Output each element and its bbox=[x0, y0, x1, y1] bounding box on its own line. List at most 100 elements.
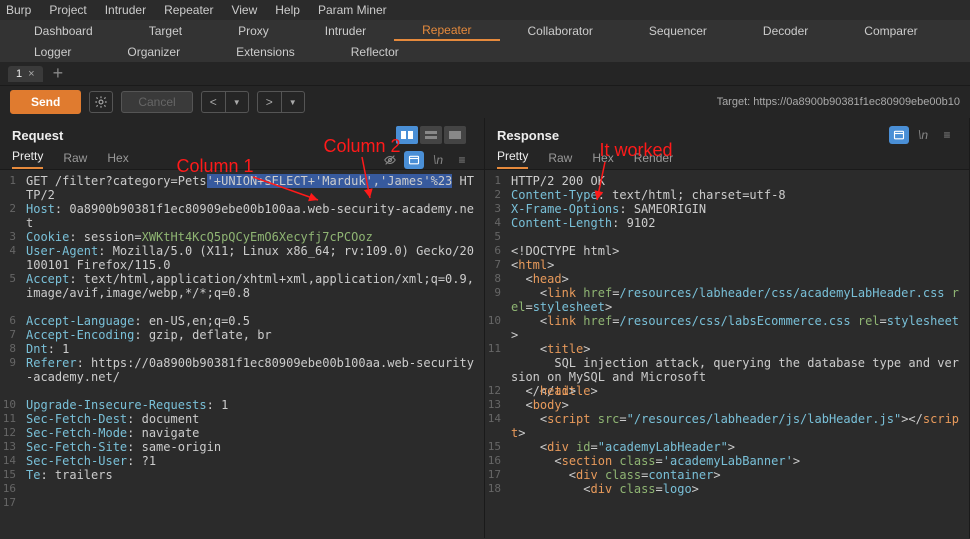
menu-project[interactable]: Project bbox=[49, 3, 86, 17]
code-line[interactable]: Sec-Fetch-User: ?1 bbox=[26, 454, 480, 468]
tool-tab-reflector[interactable]: Reflector bbox=[323, 41, 427, 62]
menu-icon[interactable]: ≡ bbox=[937, 126, 957, 144]
code-line[interactable]: <div class=logo> bbox=[511, 482, 965, 496]
request-tab-raw[interactable]: Raw bbox=[63, 151, 87, 169]
response-title: Response bbox=[497, 128, 559, 143]
code-line[interactable]: <script src="/resources/labheader/js/lab… bbox=[511, 412, 965, 440]
request-pane: Request Pretty Raw Hex \n ≡ 123456789101… bbox=[0, 118, 485, 538]
code-line[interactable]: Cookie: session=XWKtHt4KcQ5pQCyEmO6Xecyf… bbox=[26, 230, 480, 244]
code-line[interactable]: X-Frame-Options: SAMEORIGIN bbox=[511, 202, 965, 216]
response-editor[interactable]: 123456789101112131415161718 HTTP/2 200 O… bbox=[485, 170, 969, 538]
code-line[interactable] bbox=[26, 482, 480, 496]
inspector-toggle-icon[interactable] bbox=[404, 151, 424, 169]
request-tab-hex[interactable]: Hex bbox=[107, 151, 128, 169]
request-gutter: 1234567891011121314151617 bbox=[0, 170, 22, 538]
menu-help[interactable]: Help bbox=[275, 3, 300, 17]
tool-tab-repeater[interactable]: Repeater bbox=[394, 20, 499, 41]
target-label: Target: https://0a8900b90381f1ec80909ebe… bbox=[717, 96, 960, 108]
code-line[interactable]: <link href=/resources/labheader/css/acad… bbox=[511, 286, 965, 314]
code-line[interactable]: <link href=/resources/css/labsEcommerce.… bbox=[511, 314, 965, 342]
code-line[interactable]: <html> bbox=[511, 258, 965, 272]
history-back-button[interactable]: < bbox=[201, 91, 225, 113]
response-code[interactable]: HTTP/2 200 OKContent-Type: text/html; ch… bbox=[507, 170, 969, 538]
code-line[interactable]: Sec-Fetch-Mode: navigate bbox=[26, 426, 480, 440]
newline-icon[interactable]: \n bbox=[913, 126, 933, 144]
layout-rows-button[interactable] bbox=[420, 126, 442, 144]
response-gutter: 123456789101112131415161718 bbox=[485, 170, 507, 538]
response-pane: Response \n ≡ Pretty Raw Hex Render 1234… bbox=[485, 118, 970, 538]
send-button[interactable]: Send bbox=[10, 90, 81, 114]
code-line[interactable]: <div class=container> bbox=[511, 468, 965, 482]
code-line[interactable]: Accept-Encoding: gzip, deflate, br bbox=[26, 328, 480, 342]
tool-tab-proxy[interactable]: Proxy bbox=[210, 20, 297, 41]
request-editor[interactable]: 1234567891011121314151617 GET /filter?ca… bbox=[0, 170, 484, 538]
layout-buttons bbox=[396, 126, 466, 144]
code-line[interactable]: User-Agent: Mozilla/5.0 (X11; Linux x86_… bbox=[26, 244, 480, 272]
code-line[interactable]: Accept: text/html,application/xhtml+xml,… bbox=[26, 272, 480, 314]
tool-tab-collaborator[interactable]: Collaborator bbox=[500, 20, 621, 41]
code-line[interactable]: <head> bbox=[511, 272, 965, 286]
tool-tab-extensions[interactable]: Extensions bbox=[208, 41, 323, 62]
tool-tabs: DashboardTargetProxyIntruderRepeaterColl… bbox=[0, 20, 970, 62]
code-line[interactable]: Te: trailers bbox=[26, 468, 480, 482]
response-tab-hex[interactable]: Hex bbox=[592, 151, 613, 169]
tool-tab-target[interactable]: Target bbox=[121, 20, 210, 41]
code-line[interactable]: Host: 0a8900b90381f1ec80909ebe00b100aa.w… bbox=[26, 202, 480, 230]
menubar: Burp Project Intruder Repeater View Help Param… bbox=[0, 0, 970, 20]
repeater-subtabs: 1 × + bbox=[0, 62, 970, 86]
tool-tab-intruder[interactable]: Intruder bbox=[297, 20, 394, 41]
request-code[interactable]: GET /filter?category=Pets'+UNION+SELECT+… bbox=[22, 170, 484, 538]
settings-icon[interactable] bbox=[89, 91, 113, 113]
response-tab-raw[interactable]: Raw bbox=[548, 151, 572, 169]
repeater-tab-label: 1 bbox=[16, 68, 22, 80]
close-icon[interactable]: × bbox=[28, 68, 34, 80]
menu-repeater[interactable]: Repeater bbox=[164, 3, 213, 17]
code-line[interactable]: Sec-Fetch-Site: same-origin bbox=[26, 440, 480, 454]
action-bar: Send Cancel < ▼ > ▼ Target: https://0a89… bbox=[0, 86, 970, 118]
response-tab-render[interactable]: Render bbox=[634, 151, 673, 169]
tool-tab-comparer[interactable]: Comparer bbox=[836, 20, 945, 41]
tool-tab-logger[interactable]: Logger bbox=[6, 41, 99, 62]
code-line[interactable]: Content-Type: text/html; charset=utf-8 bbox=[511, 188, 965, 202]
menu-intruder[interactable]: Intruder bbox=[105, 3, 146, 17]
code-line[interactable]: Upgrade-Insecure-Requests: 1 bbox=[26, 398, 480, 412]
code-line[interactable]: <body> bbox=[511, 398, 965, 412]
code-line[interactable] bbox=[26, 496, 480, 510]
code-line[interactable]: Sec-Fetch-Dest: document bbox=[26, 412, 480, 426]
code-line[interactable]: Dnt: 1 bbox=[26, 342, 480, 356]
tool-tab-dashboard[interactable]: Dashboard bbox=[6, 20, 121, 41]
request-tab-pretty[interactable]: Pretty bbox=[12, 149, 43, 169]
code-line[interactable]: <!DOCTYPE html> bbox=[511, 244, 965, 258]
code-line[interactable]: <title> SQL injection attack, querying t… bbox=[511, 342, 965, 384]
hide-icon[interactable] bbox=[380, 151, 400, 169]
tool-tab-sequencer[interactable]: Sequencer bbox=[621, 20, 735, 41]
response-tab-pretty[interactable]: Pretty bbox=[497, 149, 528, 169]
tool-tab-organizer[interactable]: Organizer bbox=[99, 41, 208, 62]
inspector-toggle-icon[interactable] bbox=[889, 126, 909, 144]
code-line[interactable]: Referer: https://0a8900b90381f1ec80909eb… bbox=[26, 356, 480, 398]
code-line[interactable]: <section class='academyLabBanner'> bbox=[511, 454, 965, 468]
message-panes: Request Pretty Raw Hex \n ≡ 123456789101… bbox=[0, 118, 970, 538]
tool-tab-decoder[interactable]: Decoder bbox=[735, 20, 836, 41]
history-forward-menu[interactable]: ▼ bbox=[281, 91, 305, 113]
code-line[interactable]: GET /filter?category=Pets'+UNION+SELECT+… bbox=[26, 174, 480, 202]
response-view-tabs: Pretty Raw Hex Render bbox=[485, 148, 969, 170]
layout-tabs-button[interactable] bbox=[444, 126, 466, 144]
code-line[interactable]: HTTP/2 200 OK bbox=[511, 174, 965, 188]
newline-icon[interactable]: \n bbox=[428, 151, 448, 169]
menu-icon[interactable]: ≡ bbox=[452, 151, 472, 169]
menu-param-miner[interactable]: Param Miner bbox=[318, 3, 387, 17]
repeater-tab-1[interactable]: 1 × bbox=[8, 66, 43, 82]
add-tab-button[interactable]: + bbox=[49, 63, 68, 84]
code-line[interactable]: Content-Length: 9102 bbox=[511, 216, 965, 230]
code-line[interactable]: Accept-Language: en-US,en;q=0.5 bbox=[26, 314, 480, 328]
request-title: Request bbox=[12, 128, 63, 143]
layout-columns-button[interactable] bbox=[396, 126, 418, 144]
code-line[interactable]: <div id="academyLabHeader"> bbox=[511, 440, 965, 454]
cancel-button[interactable]: Cancel bbox=[121, 91, 192, 113]
menu-burp[interactable]: Burp bbox=[6, 3, 31, 17]
history-forward-button[interactable]: > bbox=[257, 91, 281, 113]
menu-view[interactable]: View bbox=[231, 3, 257, 17]
history-back-menu[interactable]: ▼ bbox=[225, 91, 249, 113]
code-line[interactable] bbox=[511, 230, 965, 244]
